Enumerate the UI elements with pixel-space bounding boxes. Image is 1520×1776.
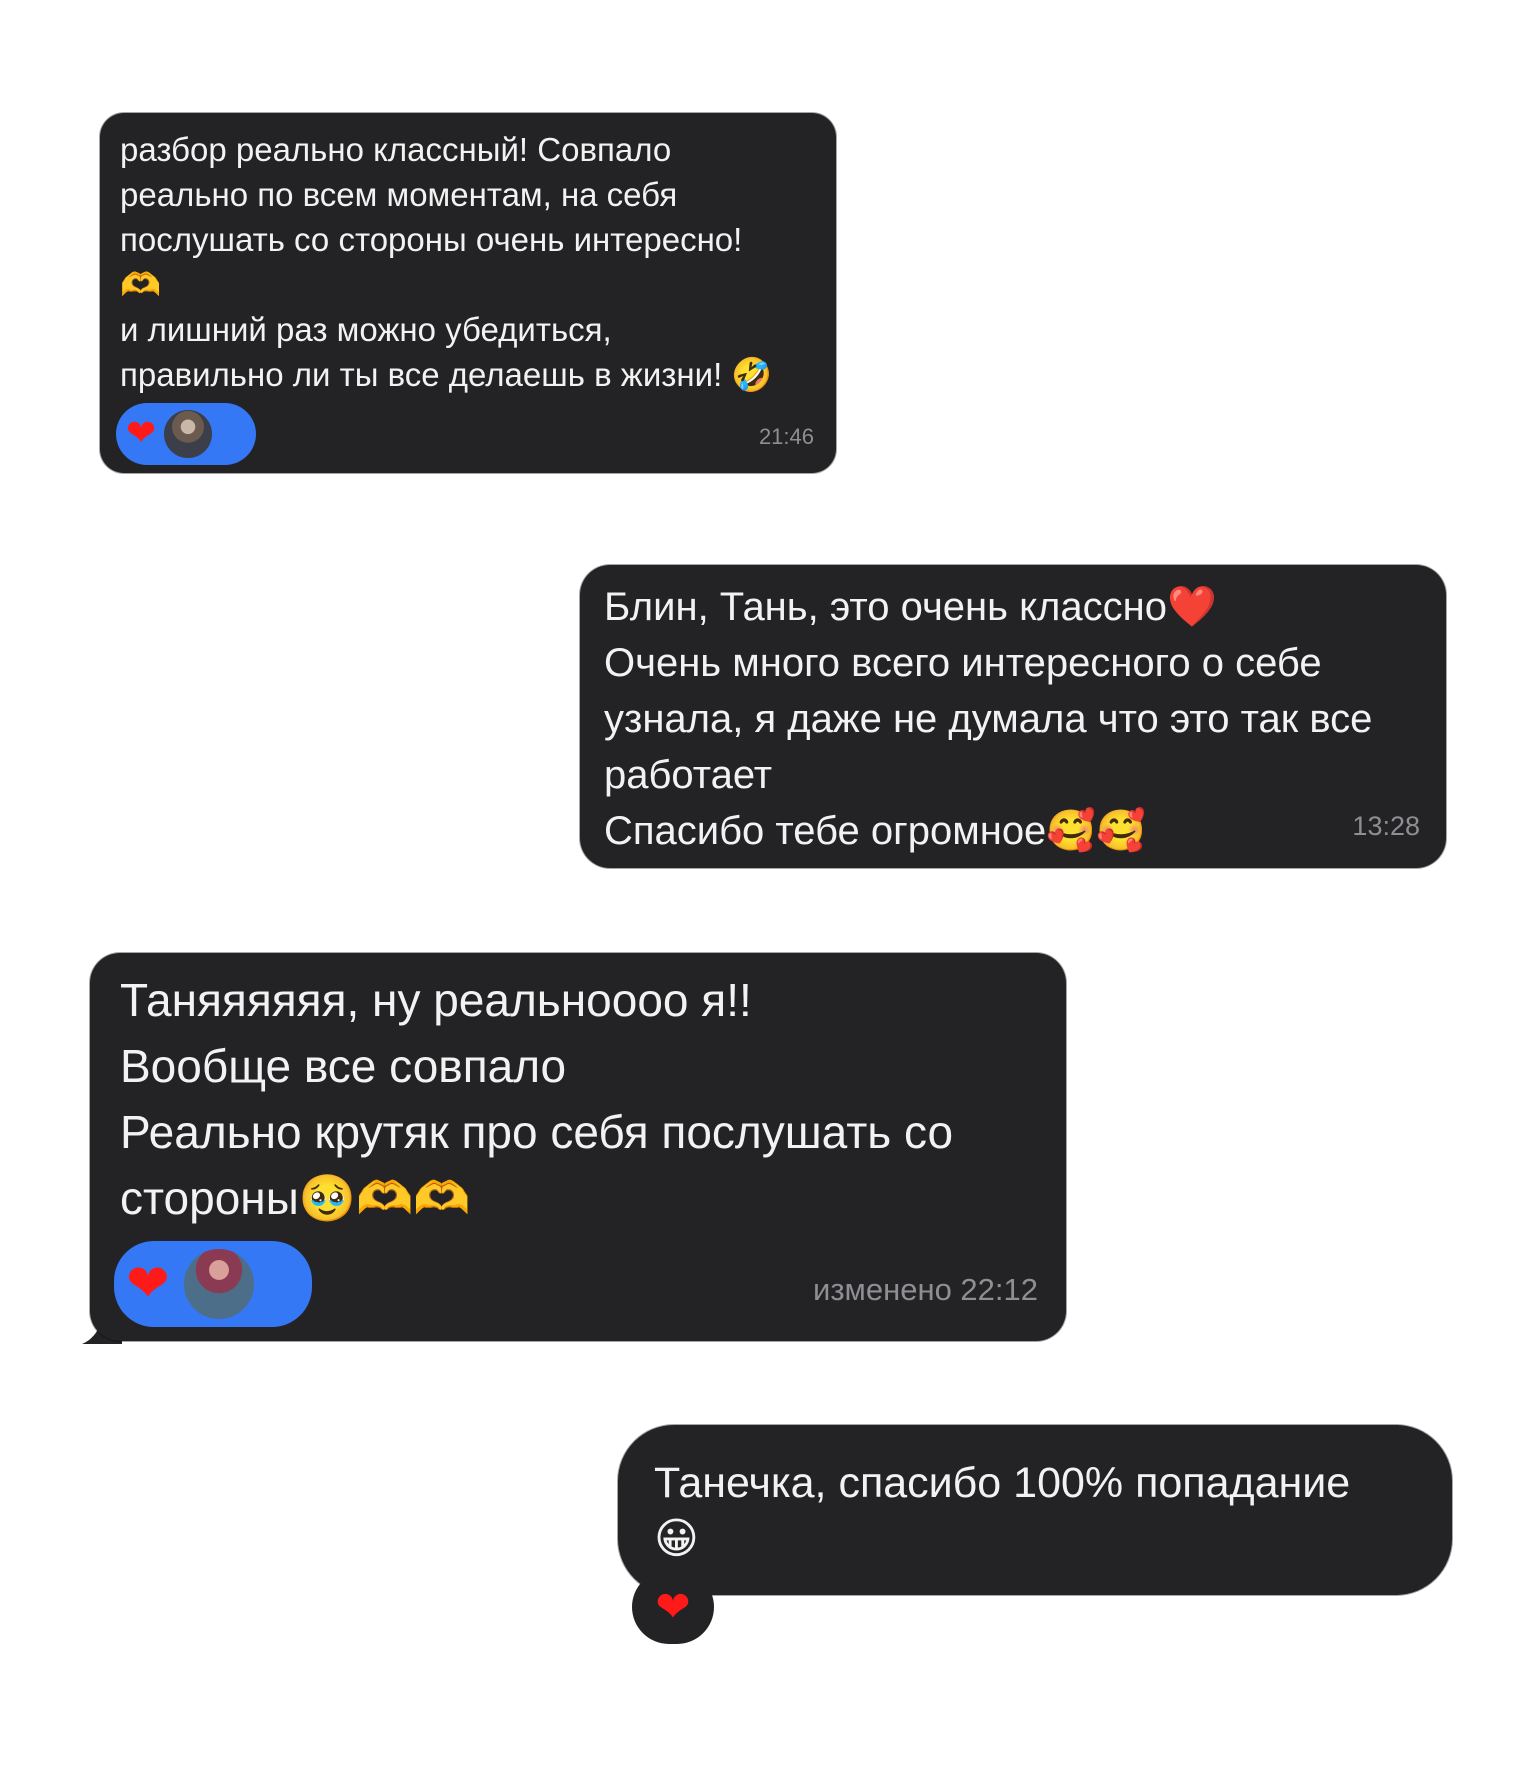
avatar — [181, 1247, 256, 1321]
message-line: 🫶 — [120, 266, 162, 303]
message-line: узнала, я даже не думала что это так все — [604, 697, 1373, 741]
message-line: работает — [604, 753, 773, 797]
message-line: Блин, Тань, это очень классно❤️ — [604, 585, 1217, 629]
message-time: изменено 22:12 — [813, 1272, 1038, 1307]
message-bubble-2[interactable]: Блин, Тань, это очень классно❤️ Очень мн… — [580, 565, 1446, 868]
heart-icon: ❤ — [126, 413, 157, 454]
message-bubble-3[interactable]: Таняяяяяя, ну реальноооо я!! Вообще все … — [90, 953, 1066, 1341]
message-bubble-1[interactable]: разбор реально классный! Совпало реально… — [100, 113, 836, 473]
message-line: реально по всем моментам, на себя — [120, 176, 678, 213]
message-line: Таняяяяяя, ну реальноооо я!! — [120, 974, 752, 1026]
message-line: стороны🥹🫶🫶 — [120, 1172, 471, 1224]
message-line: и лишний раз можно убедиться, — [120, 311, 612, 348]
message-line: Очень много всего интересного о себе — [604, 641, 1322, 685]
reaction-badge[interactable]: ❤ — [114, 1241, 312, 1327]
message-time: 21:46 — [758, 424, 814, 449]
avatar — [162, 408, 215, 460]
message-bubble-4[interactable]: Танечка, спасибо 100% попадание 😀 — [618, 1425, 1452, 1595]
message-line: Спасибо тебе огромное🥰🥰 — [604, 809, 1146, 853]
message-line: Вообще все совпало — [120, 1040, 567, 1092]
message-time: 13:28 — [1352, 811, 1420, 841]
heart-icon: ❤ — [655, 1582, 691, 1631]
message-line: разбор реально классный! Совпало — [120, 131, 672, 168]
heart-icon: ❤ — [126, 1254, 170, 1314]
message-line: Реально крутяк про себя послушать со — [120, 1106, 954, 1158]
message-line: Танечка, спасибо 100% попадание — [654, 1459, 1351, 1507]
reaction-badge[interactable]: ❤ — [116, 403, 256, 465]
reaction-badge[interactable]: ❤ — [632, 1570, 714, 1644]
message-line: послушать со стороны очень интересно! — [120, 221, 743, 258]
message-line: правильно ли ты все делаешь в жизни! 🤣 — [120, 356, 773, 393]
message-line: 😀 — [654, 1515, 699, 1563]
